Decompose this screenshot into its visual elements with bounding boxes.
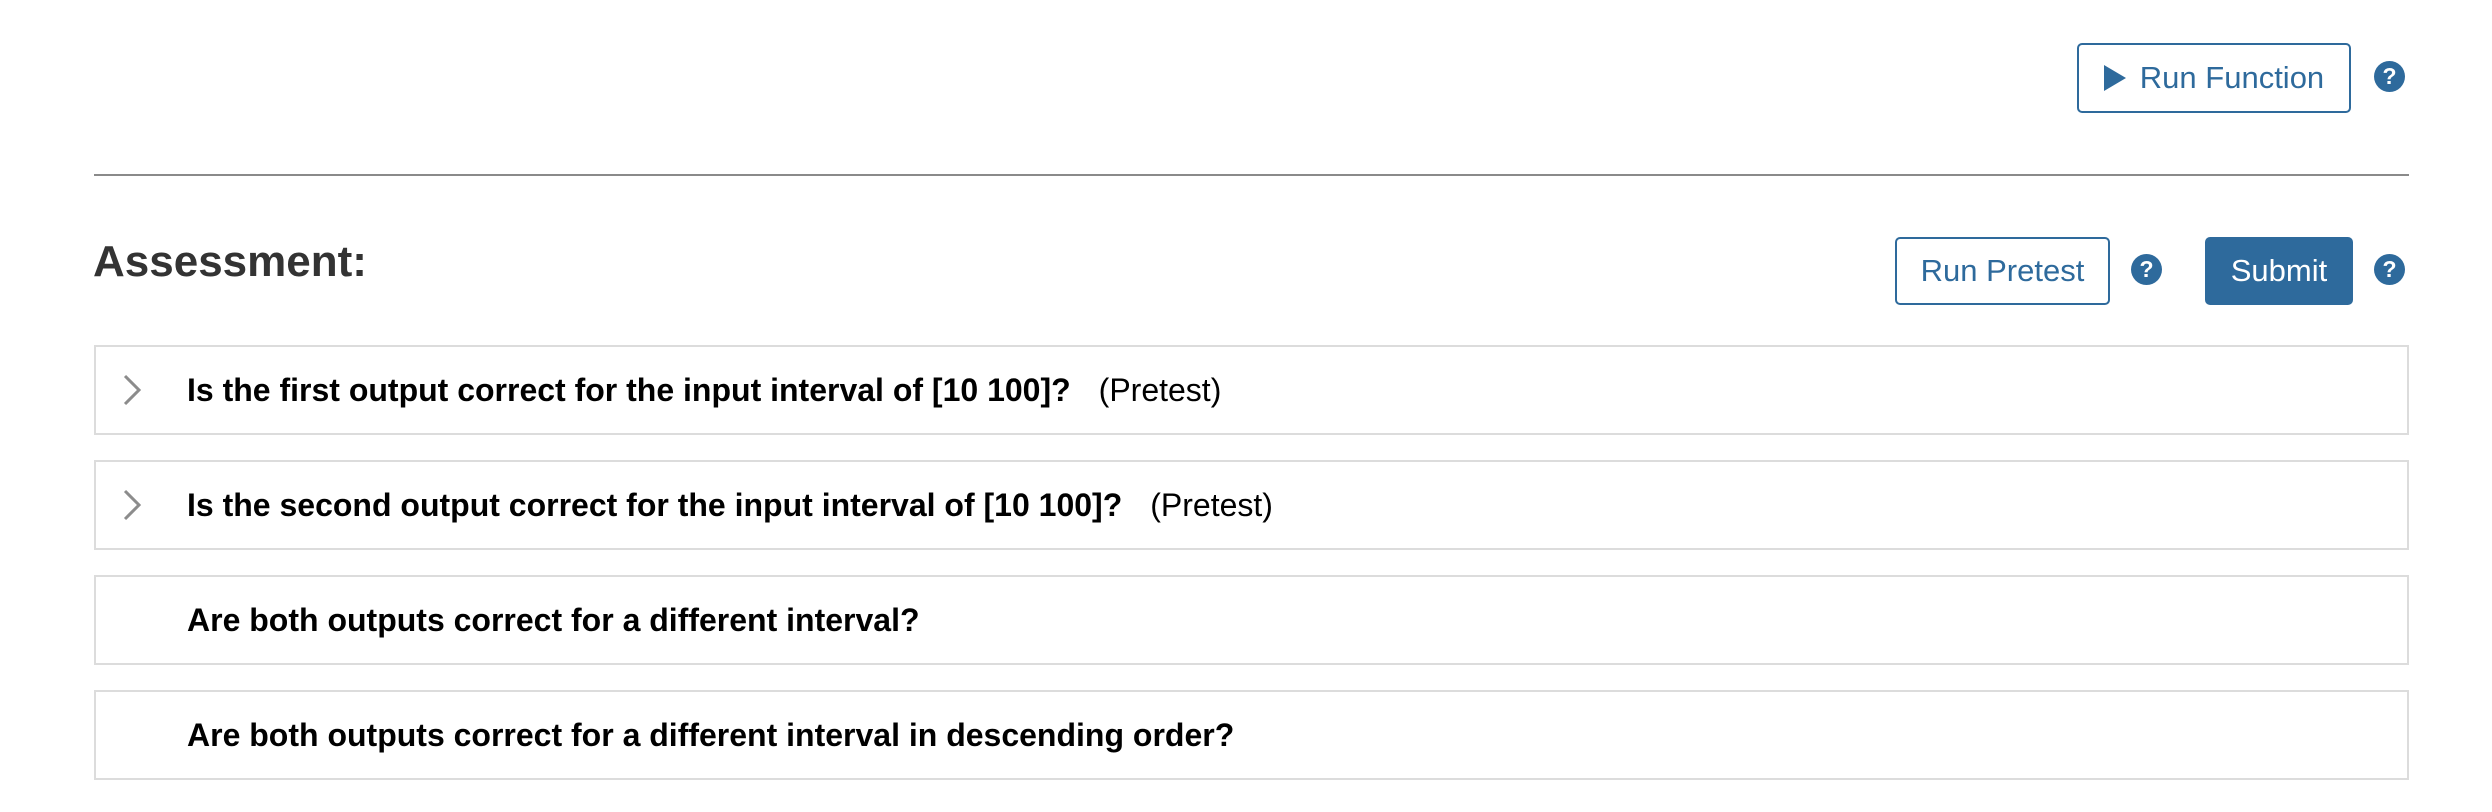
run-function-help-icon[interactable]: ? bbox=[2374, 61, 2405, 92]
assessment-item-1[interactable]: Is the first output correct for the inpu… bbox=[94, 345, 2409, 435]
submit-label: Submit bbox=[2230, 253, 2328, 288]
assessment-item-question: Are both outputs correct for a different… bbox=[187, 601, 920, 638]
run-function-label: Run Function bbox=[2139, 60, 2325, 95]
pretest-tag: (Pretest) bbox=[1098, 371, 1222, 408]
run-pretest-label: Run Pretest bbox=[1920, 253, 2085, 288]
assessment-item-4: Are both outputs correct for a different… bbox=[94, 690, 2409, 780]
assessment-item-3: Are both outputs correct for a different… bbox=[94, 575, 2409, 665]
assessment-item-question: Are both outputs correct for a different… bbox=[187, 716, 1235, 753]
section-divider bbox=[94, 174, 2409, 176]
chevron-right-icon[interactable] bbox=[122, 488, 142, 522]
chevron-right-icon[interactable] bbox=[122, 373, 142, 407]
assessment-item-2[interactable]: Is the second output correct for the inp… bbox=[94, 460, 2409, 550]
pretest-tag: (Pretest) bbox=[1150, 486, 1273, 523]
run-function-button[interactable]: Run Function bbox=[2077, 43, 2351, 113]
run-pretest-help-icon[interactable]: ? bbox=[2131, 254, 2162, 285]
play-icon bbox=[2103, 65, 2126, 91]
assessment-item-question: Is the second output correct for the inp… bbox=[187, 486, 1123, 523]
run-pretest-button[interactable]: Run Pretest bbox=[1895, 237, 2110, 305]
submit-button[interactable]: Submit bbox=[2205, 237, 2353, 305]
submit-help-icon[interactable]: ? bbox=[2374, 254, 2405, 285]
assessment-title: Assessment: bbox=[93, 237, 367, 286]
assessment-item-question: Is the first output correct for the inpu… bbox=[187, 371, 1071, 408]
